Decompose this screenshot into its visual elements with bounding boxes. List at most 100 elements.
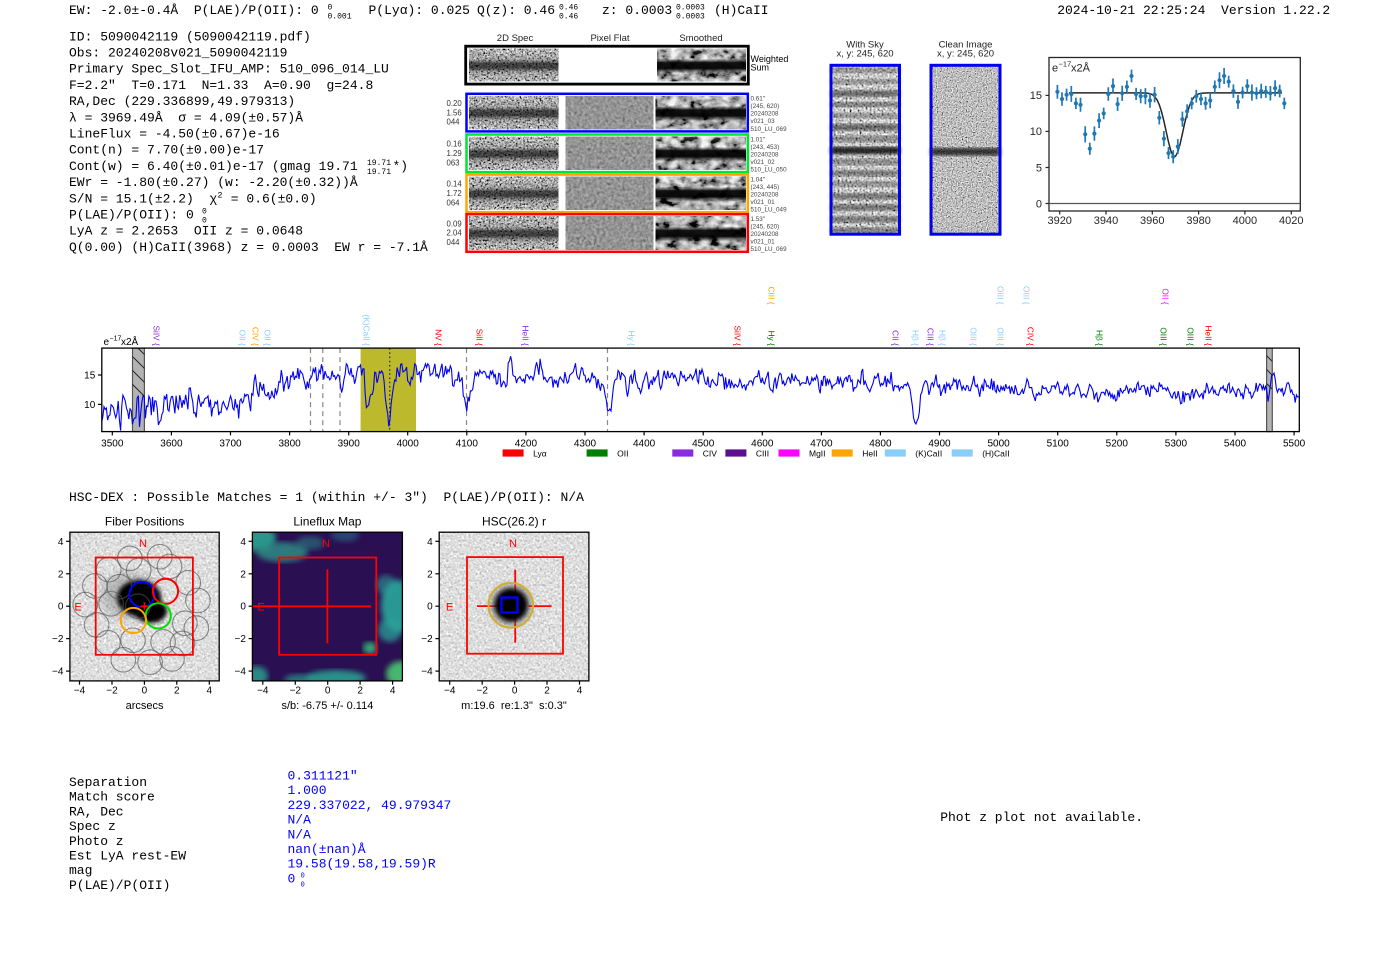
svg-text:4020: 4020 [1279, 215, 1303, 227]
svg-text:4000: 4000 [1233, 215, 1257, 227]
svg-text:P(Lyα): 0.025: P(Lyα): 0.025 [369, 3, 470, 18]
svg-text:5100: 5100 [1047, 439, 1070, 450]
svg-text:2: 2 [58, 569, 64, 580]
svg-text:229.337022, 49.979347: 229.337022, 49.979347 [288, 798, 452, 813]
svg-text:E: E [257, 601, 264, 613]
svg-text:3920: 3920 [1047, 215, 1071, 227]
svg-text:Phot z plot not available.: Phot z plot not available. [940, 810, 1143, 825]
svg-text:4: 4 [240, 537, 246, 548]
svg-text:0: 0 [1036, 198, 1042, 210]
svg-text:S/N = 15.1(±2.2) χ: S/N = 15.1(±2.2) χ [69, 191, 217, 206]
svg-text:064: 064 [447, 199, 461, 208]
svg-text:OII {: OII { [1160, 288, 1170, 304]
svg-text:3980: 3980 [1186, 215, 1210, 227]
svg-text:0.09: 0.09 [447, 219, 462, 228]
svg-text:arcsecs: arcsecs [126, 700, 164, 712]
svg-text:F=2.2" T=0.171 N=1.33 A=0.9: F=2.2" T=0.171 N=1.33 A=0.90 g=24.8 [69, 78, 373, 93]
svg-text:3500: 3500 [101, 439, 124, 450]
svg-text:0: 0 [512, 686, 518, 697]
svg-text:Hβ {: Hβ { [938, 330, 948, 346]
svg-text:x, y: 245, 620: x, y: 245, 620 [836, 48, 893, 59]
svg-text:OII {: OII { [263, 330, 273, 346]
svg-text:OIII {: OIII { [996, 327, 1006, 346]
svg-text:19.71: 19.71 [367, 159, 391, 168]
svg-text:Primary Spec_Slot_IFU_AMP: 510: Primary Spec_Slot_IFU_AMP: 510_096_014_L… [69, 62, 389, 77]
svg-text:−2: −2 [476, 686, 488, 697]
svg-text:(K)CaII: (K)CaII [915, 448, 942, 458]
svg-text:EW: -2.0±-0.4Å P(LAE)/P(OII):: EW: -2.0±-0.4Å P(LAE)/P(OII): 0 [69, 3, 319, 18]
svg-text:OIII {: OIII { [969, 327, 979, 346]
svg-text:4: 4 [427, 537, 433, 548]
svg-text:0.16: 0.16 [447, 140, 462, 149]
svg-text:SiII {: SiII { [475, 329, 485, 346]
svg-text:20240208: 20240208 [751, 231, 780, 238]
svg-text:5200: 5200 [1106, 439, 1129, 450]
svg-text:m:19.6 re:1.3" s:0.3": m:19.6 re:1.3" s:0.3" [461, 700, 567, 712]
svg-text:5: 5 [1036, 162, 1042, 174]
svg-text:Cont(w) = 6.40(±0.01)e-17 (gma: Cont(w) = 6.40(±0.01)e-17 (gmag 19.71 [69, 159, 358, 174]
svg-text:510_LU_069: 510_LU_069 [751, 126, 788, 133]
svg-text:0: 0 [325, 686, 331, 697]
svg-text:510_LU_050: 510_LU_050 [751, 167, 788, 174]
svg-text:3600: 3600 [160, 439, 183, 450]
svg-text:Match score: Match score [69, 790, 155, 805]
svg-text:OIII {: OIII { [1186, 327, 1196, 346]
svg-text:OIII {: OIII { [1159, 327, 1169, 346]
svg-text:E: E [74, 601, 81, 613]
svg-text:4300: 4300 [574, 439, 597, 450]
svg-text:2: 2 [240, 569, 246, 580]
svg-text:nan(±nan)Å: nan(±nan)Å [288, 842, 366, 857]
svg-text:−2: −2 [52, 634, 64, 645]
svg-text:CIV {: CIV { [251, 327, 261, 346]
svg-text:1.000: 1.000 [288, 783, 327, 798]
svg-text:3940: 3940 [1094, 215, 1118, 227]
svg-text:19.58(19.58,19.59)R: 19.58(19.58,19.59)R [288, 857, 436, 872]
svg-text:N/A: N/A [288, 827, 312, 842]
svg-text:λ = 3969.49Å σ = 4.09(±0.57)Å: λ = 3969.49Å σ = 4.09(±0.57)Å [69, 110, 303, 125]
svg-text:−4: −4 [234, 667, 246, 678]
svg-text:Lyα: Lyα [533, 448, 547, 458]
svg-text:10: 10 [1030, 126, 1042, 138]
svg-text:0: 0 [58, 602, 64, 613]
svg-text:Fiber Positions: Fiber Positions [105, 515, 184, 529]
svg-text:RA,Dec (229.336899,49.979313): RA,Dec (229.336899,49.979313) [69, 94, 295, 109]
svg-text:CIV: CIV [703, 448, 718, 458]
svg-text:0: 0 [142, 686, 148, 697]
svg-text:−4: −4 [421, 667, 433, 678]
svg-text:OIII {: OIII { [995, 286, 1005, 305]
svg-text:0.001: 0.001 [328, 13, 352, 22]
svg-text:Photo z: Photo z [69, 834, 124, 849]
svg-text:0.0003: 0.0003 [676, 13, 705, 22]
svg-text:−2: −2 [106, 686, 118, 697]
svg-text:CIII: CIII [756, 448, 769, 458]
svg-text:mag: mag [69, 863, 92, 878]
svg-text:Spec z: Spec z [69, 819, 116, 834]
svg-text:4100: 4100 [456, 439, 479, 450]
svg-text:−2: −2 [234, 634, 246, 645]
svg-text:0: 0 [301, 882, 305, 890]
svg-text:19.71: 19.71 [367, 168, 391, 177]
svg-text:N: N [322, 538, 330, 550]
svg-text:v021_03: v021_03 [751, 118, 776, 125]
svg-text:CIII {: CIII { [766, 287, 776, 305]
svg-text:(243, 453): (243, 453) [751, 144, 780, 151]
svg-text:P(LAE)/P(OII): P(LAE)/P(OII) [69, 878, 170, 893]
svg-text:−4: −4 [74, 686, 86, 697]
svg-text:−4: −4 [444, 686, 456, 697]
svg-text:−4: −4 [52, 667, 64, 678]
svg-text:Hy {: Hy { [767, 331, 777, 346]
svg-text:1.72: 1.72 [447, 189, 462, 198]
svg-text:5500: 5500 [1283, 439, 1306, 450]
svg-text:ID: 5090042119 (5090042119.pdf: ID: 5090042119 (5090042119.pdf) [69, 29, 311, 44]
svg-text:MgII: MgII [809, 448, 826, 458]
svg-text:E: E [446, 601, 453, 613]
svg-text:HSC-DEX : Possible Matches = 1: HSC-DEX : Possible Matches = 1 (within +… [69, 490, 584, 505]
svg-text:HeII {: HeII { [521, 326, 531, 347]
svg-text:v021_01: v021_01 [751, 239, 776, 246]
svg-text:Sum: Sum [751, 63, 770, 73]
svg-text:(243, 445): (243, 445) [751, 184, 780, 191]
svg-text:4000: 4000 [397, 439, 420, 450]
svg-text:5400: 5400 [1224, 439, 1247, 450]
svg-text:3800: 3800 [278, 439, 301, 450]
svg-text:0.46: 0.46 [559, 13, 578, 22]
